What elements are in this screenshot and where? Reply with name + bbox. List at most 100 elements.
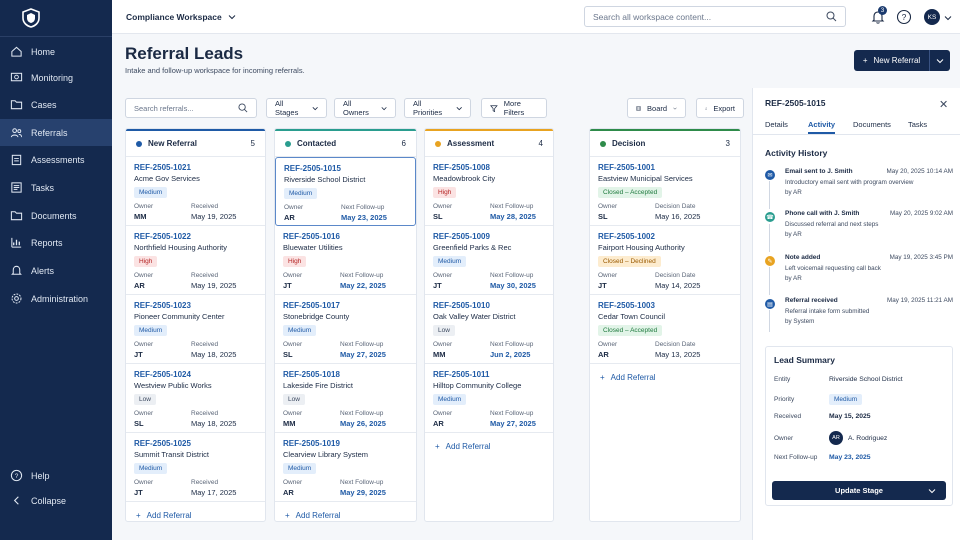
referral-id[interactable]: REF-2505-1017 [283, 301, 408, 310]
help-link[interactable]: ? Help [0, 462, 112, 489]
referral-id[interactable]: REF-2505-1022 [134, 232, 257, 241]
priority-badge: Low [433, 325, 455, 336]
more-filters-button[interactable]: More Filters [481, 98, 547, 118]
tab-activity[interactable]: Activity [808, 120, 836, 134]
referral-search-input[interactable]: Search referrals... [125, 98, 257, 118]
referral-card[interactable]: REF-2505-1002 Fairport Housing Authority C… [590, 226, 740, 295]
referral-card[interactable]: REF-2505-1011 Hilltop Community College Me… [425, 364, 553, 433]
collapse-button[interactable]: Collapse [0, 487, 112, 514]
referral-id[interactable]: REF-2505-1015 [284, 164, 407, 173]
referral-card[interactable]: REF-2505-1022 Northfield Housing Authorit… [126, 226, 265, 295]
sidebar-item-reports[interactable]: Reports [0, 229, 112, 256]
sidebar-item-label: Home [31, 46, 56, 57]
board-icon [636, 106, 641, 110]
add-referral-button[interactable]: + Add Referral [590, 364, 740, 391]
date-label: Next Follow-up [490, 203, 534, 210]
column-title: Assessment [447, 139, 495, 148]
sidebar-item-monitoring[interactable]: Monitoring [0, 64, 112, 91]
referral-id[interactable]: REF-2505-1021 [134, 163, 257, 172]
priorities-filter-dropdown[interactable]: All Priorities [404, 98, 471, 118]
referral-id[interactable]: REF-2505-1009 [433, 232, 545, 241]
close-icon[interactable]: ✕ [939, 98, 948, 111]
user-avatar[interactable]: KS [924, 9, 940, 25]
owner-initials: AR [433, 419, 444, 428]
new-referral-button[interactable]: + New Referral [854, 50, 950, 71]
referral-id[interactable]: REF-2505-1003 [598, 301, 732, 310]
referral-card[interactable]: REF-2505-1017 Stonebridge County Medium Own… [275, 295, 416, 364]
referral-id[interactable]: REF-2505-1019 [283, 439, 408, 448]
referral-id[interactable]: REF-2505-1002 [598, 232, 732, 241]
sidebar-item-tasks[interactable]: Tasks [0, 174, 112, 201]
referral-card[interactable]: REF-2505-1003 Cedar Town Council Closed – … [590, 295, 740, 364]
chevron-down-icon[interactable] [928, 487, 936, 495]
referral-card[interactable]: REF-2505-1001 Eastview Municipal Services… [590, 157, 740, 226]
sidebar-item-referrals[interactable]: Referrals [0, 119, 112, 146]
activity-date: May 20, 2025 10:14 AM [886, 168, 953, 175]
date-value: May 14, 2025 [655, 281, 701, 290]
column-header: New Referral 5 [126, 131, 265, 157]
chevron-down-icon [673, 107, 677, 110]
activity-date: May 19, 2025 3:45 PM [889, 254, 953, 261]
priorities-filter-label: All Priorities [413, 99, 443, 117]
activity-author: by AR [785, 189, 802, 196]
owner-label: Owner [433, 203, 453, 210]
tab-tasks[interactable]: Tasks [908, 120, 927, 129]
referral-card[interactable]: REF-2505-1008 Meadowbrook City High Owner SL… [425, 157, 553, 226]
referral-id[interactable]: REF-2505-1025 [134, 439, 257, 448]
workspace-switcher[interactable]: Compliance Workspace [126, 12, 236, 22]
date-value: May 30, 2025 [490, 281, 536, 290]
chevron-down-icon [936, 58, 944, 63]
referral-card[interactable]: REF-2505-1009 Greenfield Parks & Rec Mediu… [425, 226, 553, 295]
owner-initials: JT [433, 281, 442, 290]
sidebar-item-cases[interactable]: Cases [0, 91, 112, 118]
referral-card[interactable]: REF-2505-1018 Lakeside Fire District Low Ow… [275, 364, 416, 433]
add-referral-button[interactable]: + Add Referral [425, 433, 553, 460]
sidebar-item-assessments[interactable]: Assessments [0, 146, 112, 173]
referral-id[interactable]: REF-2505-1010 [433, 301, 545, 310]
referral-id[interactable]: REF-2505-1011 [433, 370, 545, 379]
sidebar-item-label: Administration [31, 293, 89, 304]
update-stage-button[interactable]: Update Stage [772, 481, 946, 500]
board-view-dropdown[interactable]: Board [627, 98, 686, 118]
referral-card[interactable]: REF-2505-1025 Summit Transit District Medi… [126, 433, 265, 502]
sidebar-item-alerts[interactable]: Alerts [0, 257, 112, 284]
sidebar-item-administration[interactable]: Administration [0, 285, 112, 312]
referral-card[interactable]: REF-2505-1019 Clearview Library System Med… [275, 433, 416, 502]
referral-card[interactable]: REF-2505-1023 Pioneer Community Center Med… [126, 295, 265, 364]
referral-name: Summit Transit District [134, 450, 210, 459]
checklist-icon [11, 182, 22, 193]
lead-summary-heading: Lead Summary [774, 355, 835, 365]
referral-card[interactable]: REF-2505-1021 Acme Gov Services Medium Owne… [126, 157, 265, 226]
global-search-input[interactable]: Search all workspace content... [584, 6, 846, 27]
stages-filter-dropdown[interactable]: All Stages [266, 98, 327, 118]
activity-author: by AR [785, 275, 802, 282]
referral-id[interactable]: REF-2505-1024 [134, 370, 257, 379]
help-circle-icon[interactable]: ? [896, 9, 912, 25]
referral-id[interactable]: REF-2505-1023 [134, 301, 257, 310]
export-button[interactable]: Export [696, 98, 744, 118]
referral-id[interactable]: REF-2505-1008 [433, 163, 545, 172]
sidebar-item-home[interactable]: Home [0, 38, 112, 65]
referral-id[interactable]: REF-2505-1018 [283, 370, 408, 379]
referral-card[interactable]: REF-2505-1024 Westview Public Works Low Own… [126, 364, 265, 433]
owner-label: Owner [283, 410, 303, 417]
owner-label: Owner [433, 272, 453, 279]
tab-details[interactable]: Details [765, 120, 788, 129]
referral-card[interactable]: REF-2505-1010 Oak Valley Water District Lo… [425, 295, 553, 364]
add-referral-button[interactable]: + Add Referral [275, 502, 416, 521]
chevron-down-icon[interactable] [944, 14, 952, 22]
plus-icon: + [435, 442, 440, 451]
owner-initials: MM [283, 419, 296, 428]
tab-documents[interactable]: Documents [853, 120, 891, 129]
add-referral-button[interactable]: + Add Referral [126, 502, 265, 521]
referral-id[interactable]: REF-2505-1001 [598, 163, 732, 172]
bell-icon [11, 265, 22, 275]
referral-name: Clearview Library System [283, 450, 369, 459]
new-referral-menu-button[interactable] [930, 57, 950, 65]
referral-card[interactable]: REF-2505-1016 Bluewater Utilities High Owne… [275, 226, 416, 295]
sidebar-item-documents[interactable]: Documents [0, 202, 112, 229]
referral-card[interactable]: REF-2505-1015 Riverside School District Me… [275, 157, 416, 226]
owner-label: Owner [283, 479, 303, 486]
owners-filter-dropdown[interactable]: All Owners [334, 98, 396, 118]
referral-id[interactable]: REF-2505-1016 [283, 232, 408, 241]
